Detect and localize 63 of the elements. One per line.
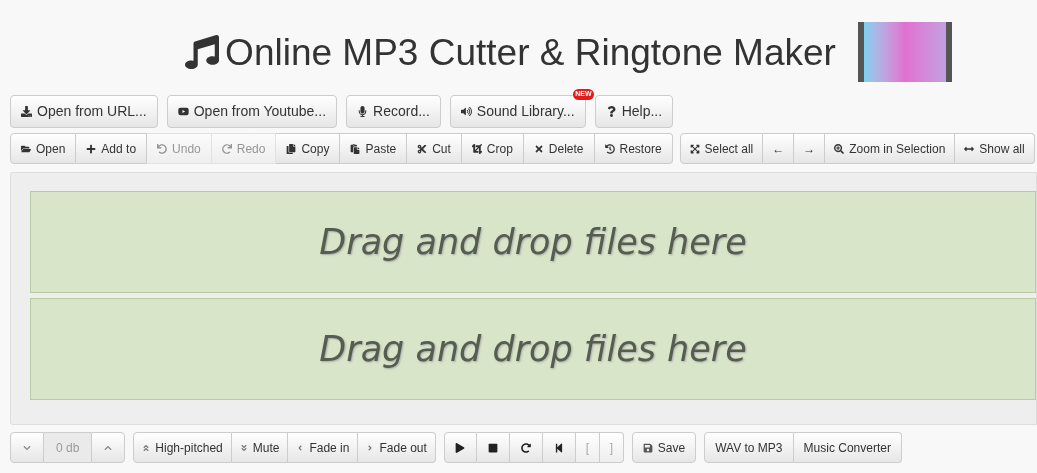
playback-icon [553, 442, 564, 453]
toolbar-button[interactable]: Select all [679, 133, 764, 164]
drop-zone[interactable]: Drag and drop files here [30, 191, 1036, 293]
effect-button[interactable]: Fade in [288, 432, 359, 463]
toolbar-button[interactable]: Add to [76, 133, 148, 164]
drop-zone-text: Drag and drop files here [319, 327, 747, 371]
toolbar-button[interactable]: Restore [594, 133, 673, 164]
toolbar-button[interactable]: Delete [523, 133, 595, 164]
effect-button[interactable]: Fade out [358, 432, 436, 463]
drop-zone-text: Drag and drop files here [319, 220, 747, 264]
button-icon [157, 143, 168, 154]
button-icon [350, 143, 361, 154]
button-icon [177, 106, 189, 117]
playback-icon [520, 442, 531, 453]
button-icon [417, 143, 428, 154]
toolbar-button[interactable]: Crop [461, 133, 524, 164]
toolbar-button[interactable]: Cut [407, 133, 462, 164]
effect-button[interactable]: Mute [231, 432, 289, 463]
toolbar-button[interactable]: Open [10, 133, 77, 164]
toolbar-button[interactable]: Paste [340, 133, 408, 164]
playback-icon [487, 442, 498, 453]
playback-button[interactable] [542, 432, 576, 463]
drop-zone[interactable]: Drag and drop files here [30, 298, 1036, 400]
top-button[interactable]: Sound Library... [449, 95, 586, 128]
playback-button[interactable] [509, 432, 543, 463]
save-button[interactable]: Save [631, 432, 697, 463]
volume-value: 0 db [44, 432, 92, 463]
button-icon [460, 106, 472, 117]
playback-button[interactable] [476, 432, 510, 463]
toolbar-button[interactable]: Zoom in Selection [825, 133, 956, 164]
top-button[interactable]: Record... [346, 95, 441, 128]
button-icon [86, 143, 97, 154]
button-icon [357, 106, 369, 117]
toolbar-button[interactable]: ← [763, 133, 795, 164]
toolbar-button[interactable]: Copy [276, 133, 341, 164]
effect-button[interactable]: High-pitched [133, 432, 232, 463]
playback-icon [455, 442, 466, 453]
button-icon [471, 143, 482, 154]
converter-link-button[interactable]: Music Converter [793, 432, 902, 463]
button-icon [286, 143, 297, 154]
converter-link-button[interactable]: WAV to MP3 [704, 432, 794, 463]
button-icon [834, 143, 845, 154]
button-icon [239, 443, 248, 452]
page-title: Online MP3 Cutter & Ringtone Maker [225, 33, 836, 71]
video-thumbnail[interactable] [857, 22, 952, 82]
toolbar-button[interactable]: → [794, 133, 826, 164]
button-icon [533, 143, 544, 154]
playback-button[interactable] [443, 432, 477, 463]
chevron-down-icon [23, 443, 31, 452]
button-icon [142, 443, 151, 452]
button-icon [689, 143, 700, 154]
button-icon [21, 106, 32, 117]
toolbar-button[interactable]: Show all [955, 133, 1035, 164]
button-icon [605, 106, 617, 117]
button-icon [21, 143, 31, 154]
top-button[interactable]: Help... [594, 95, 674, 128]
button-icon [604, 143, 615, 154]
top-button[interactable]: Open from Youtube... [166, 95, 338, 128]
music-note-icon [185, 35, 220, 69]
save-icon [642, 442, 653, 453]
button-icon [221, 143, 232, 154]
chevron-up-icon [104, 443, 113, 452]
top-button[interactable]: Open from URL... [10, 95, 158, 128]
